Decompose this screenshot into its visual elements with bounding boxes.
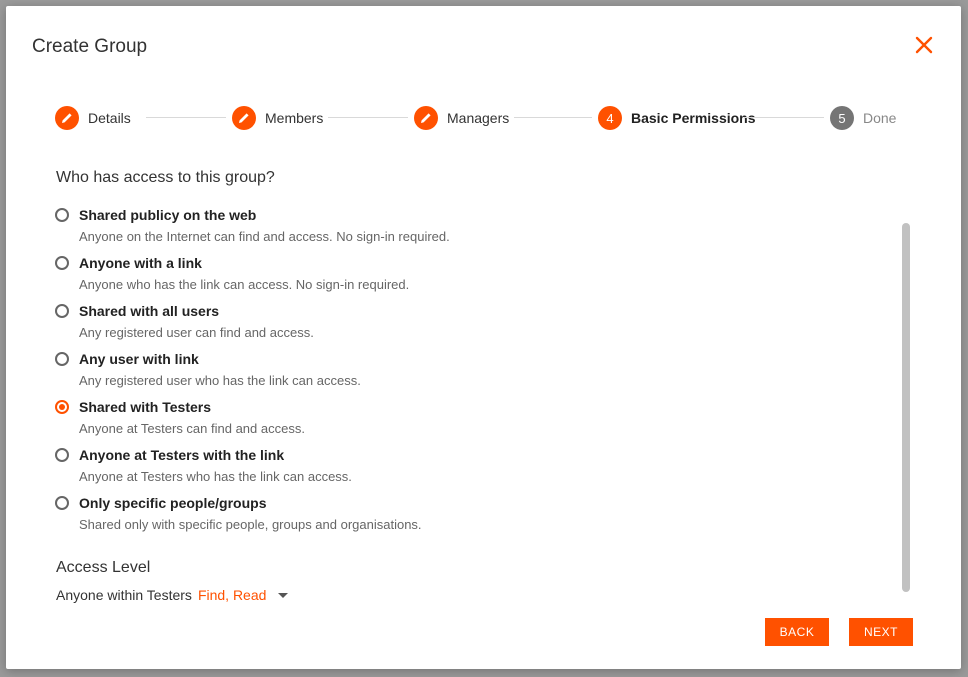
option-title: Shared with Testers bbox=[79, 399, 212, 415]
access-level-title: Access Level bbox=[56, 559, 151, 576]
step-number: 5 bbox=[830, 106, 854, 130]
option-description: Shared only with specific people, groups… bbox=[79, 517, 422, 532]
step-managers[interactable]: Managers bbox=[414, 105, 509, 131]
option-shared-all-users[interactable]: Shared with all users Any registered use… bbox=[54, 302, 894, 350]
step-connector bbox=[328, 117, 408, 118]
chevron-down-icon[interactable] bbox=[278, 592, 289, 598]
back-button[interactable]: BACK bbox=[765, 618, 829, 646]
step-done[interactable]: 5 Done bbox=[830, 105, 896, 131]
option-title: Anyone at Testers with the link bbox=[79, 447, 285, 463]
option-testers-with-link[interactable]: Anyone at Testers with the link Anyone a… bbox=[54, 446, 894, 494]
option-shared-publicly[interactable]: Shared publicy on the web Anyone on the … bbox=[54, 206, 894, 254]
step-basic-permissions[interactable]: 4 Basic Permissions bbox=[598, 105, 756, 131]
pencil-icon bbox=[55, 106, 79, 130]
option-title: Anyone with a link bbox=[79, 255, 202, 271]
step-members[interactable]: Members bbox=[232, 105, 323, 131]
access-level-label: Anyone within Testers bbox=[56, 587, 192, 603]
step-label: Done bbox=[863, 110, 897, 126]
radio-button[interactable] bbox=[55, 304, 69, 318]
step-label: Details bbox=[88, 110, 131, 126]
step-details[interactable]: Details bbox=[55, 105, 131, 131]
option-description: Anyone who has the link can access. No s… bbox=[79, 277, 410, 292]
pencil-icon bbox=[232, 106, 256, 130]
option-description: Anyone at Testers who has the link can a… bbox=[79, 469, 352, 484]
next-button[interactable]: NEXT bbox=[849, 618, 913, 646]
option-description: Any registered user can find and access. bbox=[79, 325, 314, 340]
access-options: Shared publicy on the web Anyone on the … bbox=[54, 206, 894, 542]
option-description: Any registered user who has the link can… bbox=[79, 373, 361, 388]
radio-button[interactable] bbox=[55, 496, 69, 510]
option-title: Shared with all users bbox=[79, 303, 220, 319]
radio-button[interactable] bbox=[55, 256, 69, 270]
step-connector bbox=[514, 117, 592, 118]
scrollbar[interactable] bbox=[902, 223, 910, 592]
pencil-icon bbox=[414, 106, 438, 130]
option-anyone-with-link[interactable]: Anyone with a link Anyone who has the li… bbox=[54, 254, 894, 302]
access-question: Who has access to this group? bbox=[56, 169, 275, 186]
step-connector bbox=[146, 117, 226, 118]
radio-button[interactable] bbox=[55, 352, 69, 366]
option-title: Shared publicy on the web bbox=[79, 207, 257, 223]
access-level-row: Anyone within Testers Find, Read bbox=[56, 587, 289, 603]
option-specific-people[interactable]: Only specific people/groups Shared only … bbox=[54, 494, 894, 542]
radio-button[interactable] bbox=[55, 208, 69, 222]
option-title: Any user with link bbox=[79, 351, 199, 367]
option-title: Only specific people/groups bbox=[79, 495, 267, 511]
step-label: Managers bbox=[447, 110, 510, 126]
access-level-value[interactable]: Find, Read bbox=[198, 587, 266, 603]
step-label: Members bbox=[265, 110, 324, 126]
step-number: 4 bbox=[598, 106, 622, 130]
option-description: Anyone at Testers can find and access. bbox=[79, 421, 305, 436]
radio-button-selected[interactable] bbox=[55, 400, 69, 414]
option-any-user-with-link[interactable]: Any user with link Any registered user w… bbox=[54, 350, 894, 398]
option-shared-with-testers[interactable]: Shared with Testers Anyone at Testers ca… bbox=[54, 398, 894, 446]
radio-button[interactable] bbox=[55, 448, 69, 462]
option-description: Anyone on the Internet can find and acce… bbox=[79, 229, 450, 244]
stepper: Details Members Managers 4 Basic Permiss… bbox=[6, 6, 961, 146]
step-label: Basic Permissions bbox=[631, 110, 756, 126]
step-connector bbox=[744, 117, 824, 118]
create-group-dialog: Create Group Details Members Managers 4 … bbox=[6, 6, 961, 669]
